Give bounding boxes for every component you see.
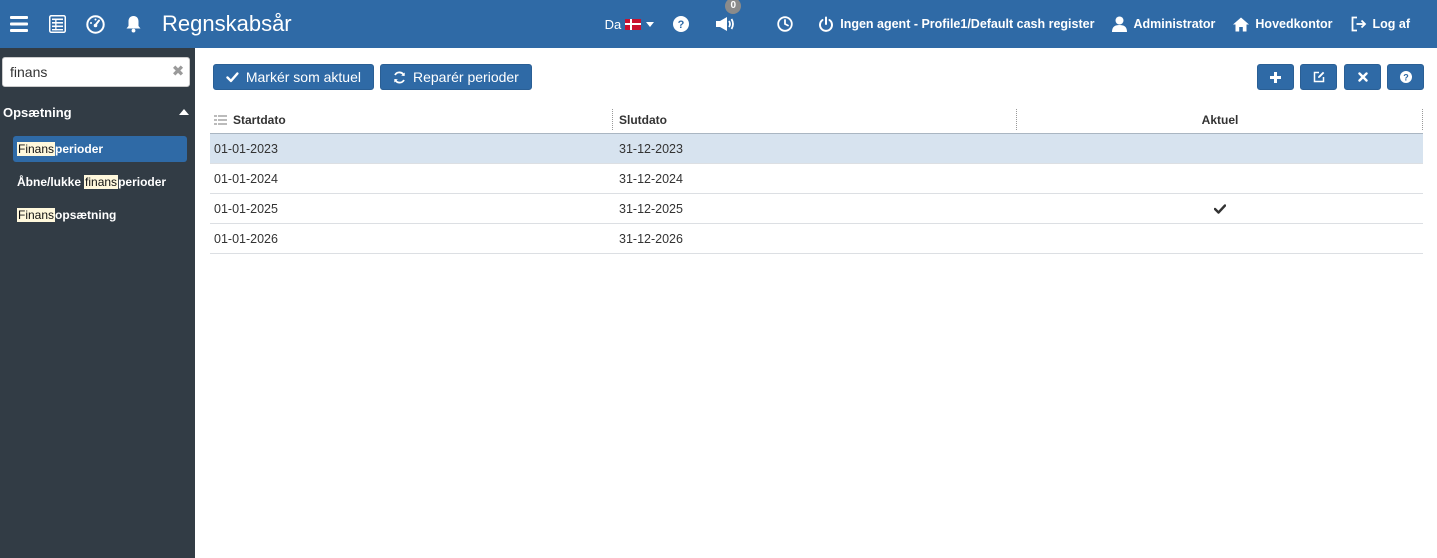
agent-status-label: Ingen agent - Profile1/Default cash regi… <box>840 17 1095 31</box>
column-header-current[interactable]: Aktuel <box>1017 105 1423 134</box>
clock-icon <box>777 16 793 32</box>
table-row[interactable]: 01-01-2023 31-12-2023 <box>210 134 1423 164</box>
column-header-label: Slutdato <box>619 112 667 127</box>
location-menu[interactable]: Hovedkontor <box>1224 0 1341 48</box>
close-icon <box>1357 72 1368 82</box>
column-header-label: Aktuel <box>1201 112 1239 127</box>
home-icon <box>1233 17 1250 31</box>
sidebar-item-label-prefix: Åbne/lukke <box>17 175 82 189</box>
menu-icon[interactable] <box>0 0 38 48</box>
table-row[interactable]: 01-01-2026 31-12-2026 <box>210 224 1423 254</box>
menu-search: ✖ <box>2 57 190 87</box>
cell-end: 31-12-2024 <box>619 171 683 186</box>
sidebar-item-finance-setup[interactable]: Finans opsætning <box>13 202 187 228</box>
help-button[interactable]: ? <box>663 0 705 48</box>
logout-button[interactable]: Log af <box>1342 0 1437 48</box>
column-header-label: Startdato <box>233 112 286 127</box>
language-selector[interactable]: Da <box>596 0 664 48</box>
help-icon: ? <box>1399 71 1412 83</box>
section-header-setup[interactable]: Opsætning <box>0 98 195 126</box>
table-row[interactable]: 01-01-2025 31-12-2025 <box>210 194 1423 224</box>
repair-periods-label: Reparér perioder <box>413 69 519 85</box>
announcements-button[interactable]: 0 <box>705 0 767 48</box>
language-label: Da <box>604 16 622 32</box>
svg-text:?: ? <box>678 19 685 31</box>
sidebar-item-label: perioder <box>118 175 167 189</box>
logout-icon <box>1351 16 1366 32</box>
periods-grid: Startdato Slutdato Aktuel 01-01-2023 31-… <box>210 105 1423 254</box>
page-title: Regnskabsår <box>162 11 292 36</box>
refresh-icon <box>394 71 405 83</box>
column-menu-icon[interactable] <box>214 114 227 125</box>
cell-end: 31-12-2025 <box>619 201 683 216</box>
table-icon[interactable] <box>38 0 76 48</box>
dashboard-icon[interactable] <box>76 0 114 48</box>
sidebar-item-finance-periods[interactable]: Finans perioder <box>13 136 187 162</box>
plus-icon <box>1270 71 1281 83</box>
repair-periods-button[interactable]: Reparér perioder <box>380 64 532 90</box>
menu-search-input[interactable] <box>3 58 163 86</box>
column-header-start[interactable]: Startdato <box>210 105 613 134</box>
danish-flag-icon <box>625 18 642 30</box>
search-highlight: Finans <box>17 208 56 222</box>
sidebar: ✖ Opsætning Finansperioder Åbne/lukkefin… <box>0 48 195 558</box>
cell-start: 01-01-2023 <box>214 141 278 156</box>
check-icon <box>226 71 239 82</box>
table-row[interactable]: 01-01-2024 31-12-2024 <box>210 164 1423 194</box>
logout-label: Log af <box>1372 17 1411 31</box>
help-icon: ? <box>673 16 690 32</box>
page-help-button[interactable]: ? <box>1387 64 1424 90</box>
user-label: Administrator <box>1133 17 1216 31</box>
section-title: Opsætning <box>3 104 72 120</box>
cell-current <box>1017 224 1423 253</box>
top-bar: Regnskabsår Da ? 0 Ingen agent - Profile… <box>0 0 1437 48</box>
edit-icon <box>1313 71 1324 83</box>
caret-down-icon <box>646 21 655 27</box>
notification-badge: 0 <box>725 0 742 14</box>
power-icon <box>819 16 834 32</box>
top-bar-right: Da ? 0 Ingen agent - Profile1/Default ca… <box>596 0 1437 48</box>
sidebar-item-label: opsætning <box>55 208 117 222</box>
cell-end: 31-12-2023 <box>619 141 683 156</box>
main-content: Markér som aktuel Reparér perioder ? Sta… <box>195 48 1437 558</box>
bell-icon[interactable] <box>114 0 152 48</box>
chevron-up-icon <box>179 109 189 115</box>
mark-current-button[interactable]: Markér som aktuel <box>213 64 374 90</box>
grid-header: Startdato Slutdato Aktuel <box>210 105 1423 134</box>
cell-current <box>1017 194 1423 223</box>
cell-start: 01-01-2024 <box>214 171 278 186</box>
sidebar-item-label: perioder <box>55 142 104 156</box>
svg-text:?: ? <box>1403 73 1409 83</box>
user-icon <box>1112 16 1128 32</box>
clear-search-icon[interactable]: ✖ <box>171 64 185 80</box>
sidebar-item-open-close-periods[interactable]: Åbne/lukke finans perioder <box>13 169 187 195</box>
delete-button[interactable] <box>1344 64 1381 90</box>
add-button[interactable] <box>1257 64 1294 90</box>
cell-current <box>1017 134 1423 163</box>
megaphone-icon <box>716 17 735 31</box>
sidebar-nav: Finans perioder Åbne/lukke finans perioder … <box>13 136 187 235</box>
agent-status[interactable]: Ingen agent - Profile1/Default cash regi… <box>809 0 1103 48</box>
cell-end: 31-12-2026 <box>619 231 683 246</box>
history-button[interactable] <box>767 0 809 48</box>
search-highlight: finans <box>84 175 119 189</box>
edit-button[interactable] <box>1300 64 1337 90</box>
mark-current-label: Markér som aktuel <box>245 69 361 85</box>
cell-current <box>1017 164 1423 193</box>
location-label: Hovedkontor <box>1255 17 1333 31</box>
column-header-end[interactable]: Slutdato <box>613 105 1017 134</box>
cell-start: 01-01-2026 <box>214 231 278 246</box>
checkmark-icon <box>1214 203 1226 214</box>
user-menu[interactable]: Administrator <box>1103 0 1224 48</box>
cell-start: 01-01-2025 <box>214 201 278 216</box>
search-highlight: Finans <box>17 142 56 156</box>
